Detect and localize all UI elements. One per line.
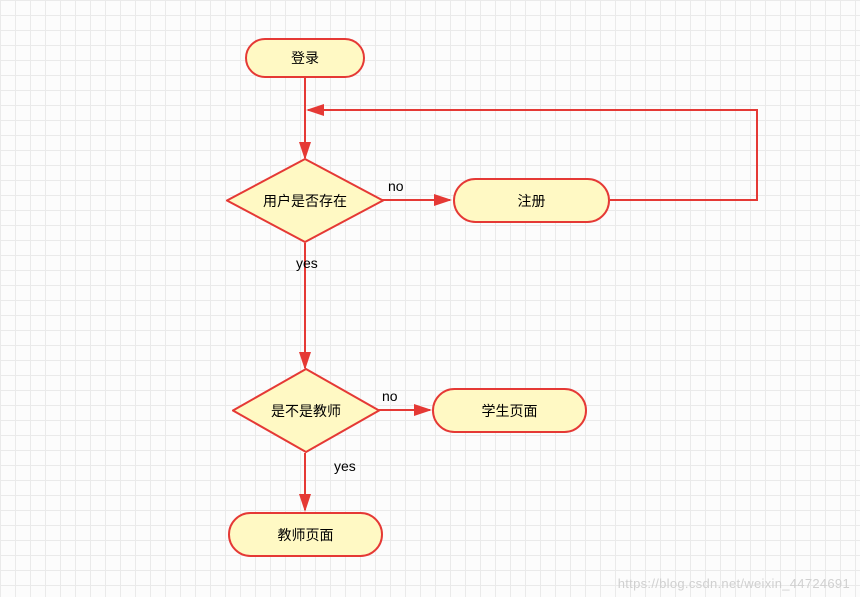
edge-user-exists-yes: yes xyxy=(296,255,318,271)
node-is-teacher: 是不是教师 xyxy=(232,368,380,453)
node-student-page-label: 学生页面 xyxy=(482,401,538,421)
node-login-label: 登录 xyxy=(291,48,319,68)
watermark: https://blog.csdn.net/weixin_44724691 xyxy=(618,576,850,591)
node-user-exists: 用户是否存在 xyxy=(226,158,384,243)
node-is-teacher-label: 是不是教师 xyxy=(271,401,341,421)
node-login: 登录 xyxy=(245,38,365,78)
edge-is-teacher-yes: yes xyxy=(334,458,356,474)
edge-is-teacher-no: no xyxy=(382,388,398,404)
node-teacher-page-label: 教师页面 xyxy=(278,525,334,545)
node-student-page: 学生页面 xyxy=(432,388,587,433)
edge-user-exists-no: no xyxy=(388,178,404,194)
flowchart-connectors xyxy=(0,0,860,597)
node-register-label: 注册 xyxy=(518,191,546,211)
node-register: 注册 xyxy=(453,178,610,223)
node-teacher-page: 教师页面 xyxy=(228,512,383,557)
node-user-exists-label: 用户是否存在 xyxy=(263,191,347,211)
